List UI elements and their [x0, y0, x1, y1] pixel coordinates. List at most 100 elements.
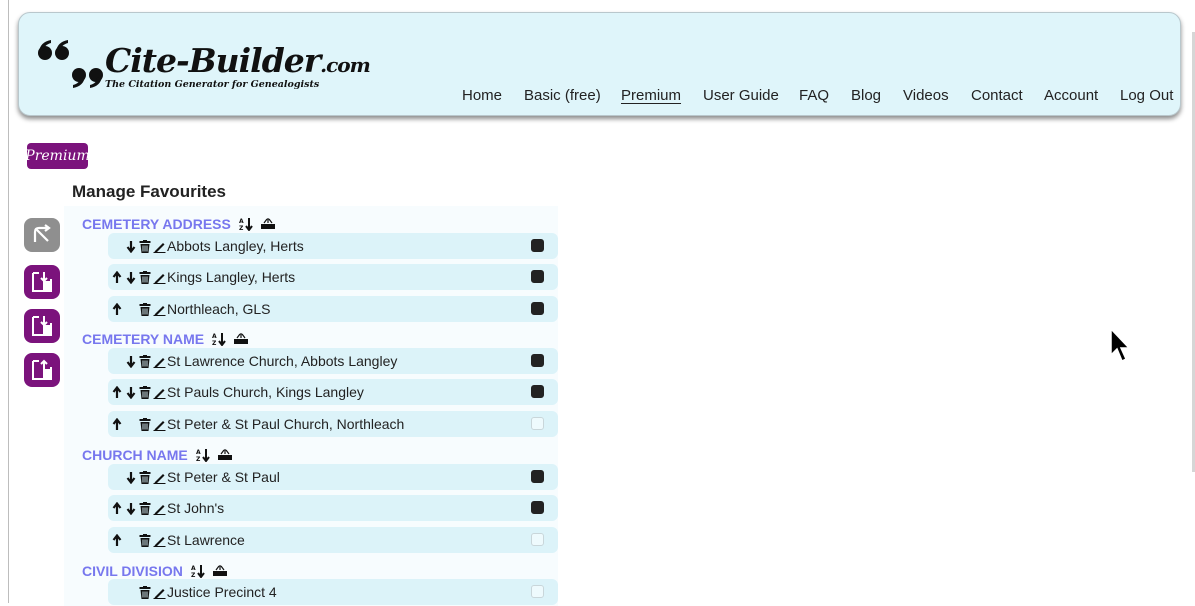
- nav-contact[interactable]: Contact: [971, 87, 1023, 104]
- trash-icon[interactable]: [139, 470, 151, 484]
- edit-pencil-icon[interactable]: [153, 502, 166, 515]
- move-down-icon[interactable]: [126, 386, 136, 399]
- favourite-toggle-checkbox[interactable]: [531, 470, 544, 483]
- favourite-row: St Pauls Church, Kings Langley: [108, 379, 558, 405]
- brand-main: Cite-Builder: [105, 41, 321, 80]
- svg-text:Z: Z: [239, 225, 244, 231]
- favourite-label: St Lawrence: [167, 532, 245, 548]
- svg-text:Z: Z: [196, 456, 201, 462]
- move-down-icon[interactable]: [126, 240, 136, 253]
- move-up-icon[interactable]: [112, 270, 122, 284]
- svg-text:Z: Z: [191, 572, 196, 578]
- collapse-group-icon[interactable]: [217, 449, 233, 461]
- favourite-row: St Peter & St Paul Church, Northleach: [108, 411, 558, 437]
- favourite-row: Abbots Langley, Herts: [108, 233, 558, 259]
- collapse-group-icon[interactable]: [233, 333, 249, 345]
- import-file-icon: [32, 272, 52, 292]
- move-up-icon[interactable]: [112, 533, 122, 547]
- favourite-toggle-checkbox[interactable]: [531, 417, 544, 430]
- favourite-row: Northleach, GLS: [108, 296, 558, 322]
- nav-basic[interactable]: Basic (free): [524, 87, 601, 104]
- trash-icon[interactable]: [139, 354, 151, 368]
- favourite-toggle-checkbox[interactable]: [531, 501, 544, 514]
- brand-name: Cite-Builder.com: [105, 41, 371, 80]
- group-title: CEMETERY NAME: [82, 331, 205, 347]
- edit-pencil-icon[interactable]: [153, 355, 166, 368]
- nav-faq[interactable]: FAQ: [799, 87, 829, 104]
- trash-icon[interactable]: [139, 585, 151, 599]
- edit-pencil-icon[interactable]: [153, 386, 166, 399]
- move-up-icon[interactable]: [112, 417, 122, 431]
- nav-videos[interactable]: Videos: [903, 87, 949, 104]
- main-nav: Home Basic (free) Premium User Guide FAQ…: [19, 87, 1182, 107]
- import-merge-button[interactable]: [24, 309, 60, 343]
- favourite-toggle-checkbox[interactable]: [531, 385, 544, 398]
- collapse-group-icon[interactable]: [212, 565, 228, 577]
- move-up-icon[interactable]: [112, 302, 122, 316]
- edit-pencil-icon[interactable]: [153, 240, 166, 253]
- sort-az-icon[interactable]: AZ: [239, 217, 253, 231]
- trash-icon[interactable]: [139, 417, 151, 431]
- group-title: CIVIL DIVISION: [82, 563, 183, 579]
- import-file-icon: [32, 316, 52, 336]
- undo-button[interactable]: [24, 218, 60, 252]
- favourite-label: Kings Langley, Herts: [167, 269, 296, 285]
- trash-icon[interactable]: [139, 302, 151, 316]
- nav-user-guide[interactable]: User Guide: [703, 87, 779, 104]
- sort-az-icon[interactable]: AZ: [196, 448, 210, 462]
- edit-pencil-icon[interactable]: [153, 303, 166, 316]
- nav-premium[interactable]: Premium: [621, 87, 681, 104]
- export-favourites-button[interactable]: [24, 353, 60, 387]
- edit-pencil-icon[interactable]: [153, 471, 166, 484]
- premium-badge: Premium: [25, 143, 90, 169]
- move-down-icon[interactable]: [126, 271, 136, 284]
- mouse-cursor-icon: [1110, 328, 1131, 363]
- sort-az-icon[interactable]: AZ: [212, 332, 226, 346]
- site-header: Cite-Builder.com The Citation Generator …: [18, 12, 1181, 116]
- group-header-civil-division: CIVIL DIVISION AZ: [82, 563, 228, 579]
- trash-icon[interactable]: [139, 501, 151, 515]
- nav-log-out[interactable]: Log Out: [1120, 87, 1173, 104]
- favourite-row: St John's: [108, 495, 558, 521]
- svg-text:A: A: [239, 218, 244, 225]
- favourite-toggle-checkbox[interactable]: [531, 585, 544, 598]
- move-down-icon[interactable]: [126, 502, 136, 515]
- favourite-toggle-checkbox[interactable]: [531, 239, 544, 252]
- nav-home[interactable]: Home: [462, 87, 502, 104]
- page-title: Manage Favourites: [72, 182, 226, 201]
- nav-account[interactable]: Account: [1044, 87, 1098, 104]
- move-up-icon[interactable]: [112, 385, 122, 399]
- sort-az-icon[interactable]: AZ: [191, 564, 205, 578]
- undo-icon: [33, 224, 51, 242]
- favourite-toggle-checkbox[interactable]: [531, 270, 544, 283]
- favourite-label: St Peter & St Paul: [167, 469, 280, 485]
- favourite-label: Northleach, GLS: [167, 301, 271, 317]
- nav-blog[interactable]: Blog: [851, 87, 881, 104]
- move-down-icon[interactable]: [126, 471, 136, 484]
- favourite-row: St Peter & St Paul: [108, 464, 558, 490]
- group-title: CEMETERY ADDRESS: [82, 216, 231, 232]
- edit-pencil-icon[interactable]: [153, 534, 166, 547]
- favourite-label: Justice Precinct 4: [167, 584, 277, 600]
- edit-pencil-icon[interactable]: [153, 418, 166, 431]
- trash-icon[interactable]: [139, 270, 151, 284]
- favourite-label: St John's: [167, 500, 225, 516]
- trash-icon[interactable]: [139, 533, 151, 547]
- trash-icon[interactable]: [139, 385, 151, 399]
- import-favourites-button[interactable]: [24, 265, 60, 299]
- collapse-group-icon[interactable]: [260, 218, 276, 230]
- favourite-toggle-checkbox[interactable]: [531, 354, 544, 367]
- favourite-label: St Pauls Church, Kings Langley: [167, 384, 364, 400]
- favourite-row: Justice Precinct 4: [108, 579, 558, 605]
- favourite-row: St Lawrence Church, Abbots Langley: [108, 348, 558, 374]
- favourite-toggle-checkbox[interactable]: [531, 302, 544, 315]
- edit-pencil-icon[interactable]: [153, 586, 166, 599]
- group-header-cemetery-name: CEMETERY NAME AZ: [82, 331, 249, 347]
- svg-text:A: A: [196, 449, 201, 456]
- move-up-icon[interactable]: [112, 501, 122, 515]
- brand-tld: .com: [320, 53, 371, 77]
- trash-icon[interactable]: [139, 239, 151, 253]
- edit-pencil-icon[interactable]: [153, 271, 166, 284]
- move-down-icon[interactable]: [126, 355, 136, 368]
- favourite-toggle-checkbox[interactable]: [531, 533, 544, 546]
